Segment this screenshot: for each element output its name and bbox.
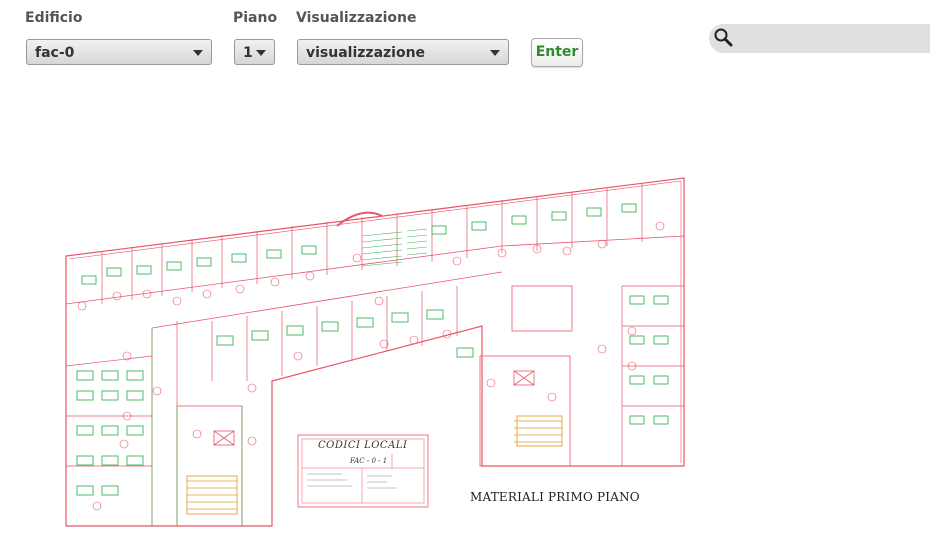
edificio-select[interactable]: fac-0 xyxy=(26,39,212,65)
visualizzazione-label: Visualizzazione xyxy=(296,10,417,26)
edificio-select-value: fac-0 xyxy=(35,45,75,61)
floor-plan[interactable] xyxy=(62,176,690,528)
piano-label: Piano xyxy=(233,10,278,26)
enter-button[interactable]: Enter xyxy=(531,38,583,67)
piano-select[interactable]: 1 xyxy=(234,39,275,65)
piano-select-value: 1 xyxy=(243,45,253,61)
edificio-label: Edificio xyxy=(25,10,83,26)
visualizzazione-select-value: visualizzazione xyxy=(306,45,426,61)
search-input[interactable] xyxy=(709,24,930,53)
cartouche-heading: CODICI LOCALI xyxy=(318,440,408,451)
chevron-down-icon xyxy=(490,50,500,56)
chevron-down-icon xyxy=(256,50,266,56)
chevron-down-icon xyxy=(193,50,203,56)
visualizzazione-select[interactable]: visualizzazione xyxy=(297,39,509,65)
search-icon[interactable] xyxy=(713,27,733,47)
cartouche-code: FAC - 0 - 1 xyxy=(350,457,388,465)
floor-plan-title: MATERIALI PRIMO PIANO xyxy=(470,490,640,504)
